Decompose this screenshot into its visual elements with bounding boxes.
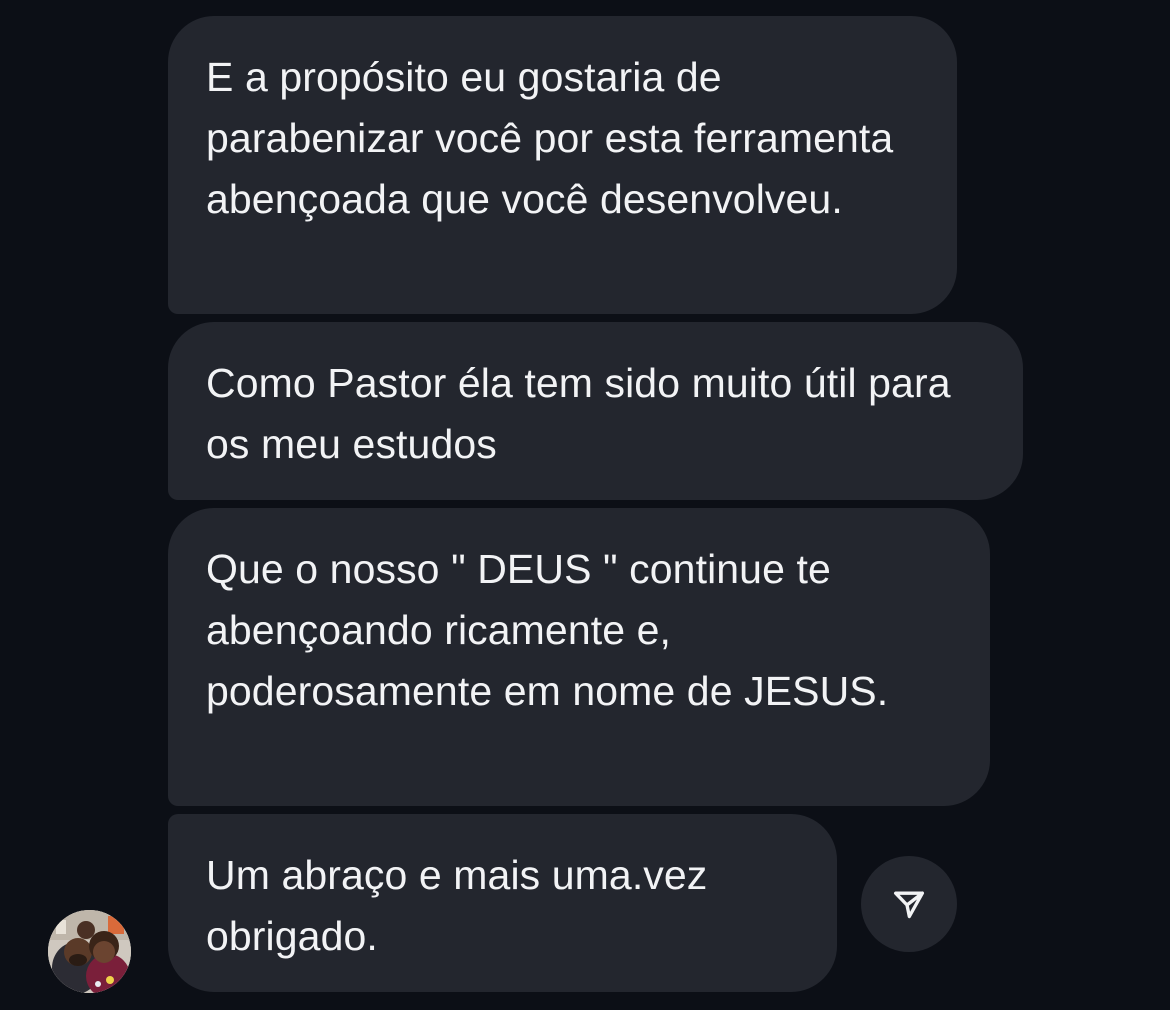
sender-avatar[interactable] bbox=[48, 910, 131, 993]
message-text: E a propósito eu gostaria de parabenizar… bbox=[206, 54, 894, 222]
paper-plane-icon bbox=[894, 891, 924, 919]
avatar-photo bbox=[48, 910, 131, 993]
share-button[interactable] bbox=[861, 856, 957, 952]
message-bubble[interactable]: Como Pastor éla tem sido muito útil para… bbox=[168, 322, 1023, 500]
chat-thread: E a propósito eu gostaria de parabenizar… bbox=[0, 0, 1170, 1010]
message-text: Como Pastor éla tem sido muito útil para… bbox=[206, 360, 951, 467]
message-text: Um abraço e mais uma.vez obrigado. bbox=[206, 852, 708, 959]
message-bubble[interactable]: E a propósito eu gostaria de parabenizar… bbox=[168, 16, 957, 314]
message-text: Que o nosso " DEUS " continue te abençoa… bbox=[206, 546, 889, 714]
message-bubble[interactable]: Que o nosso " DEUS " continue te abençoa… bbox=[168, 508, 990, 806]
message-bubble[interactable]: Um abraço e mais uma.vez obrigado. bbox=[168, 814, 837, 992]
